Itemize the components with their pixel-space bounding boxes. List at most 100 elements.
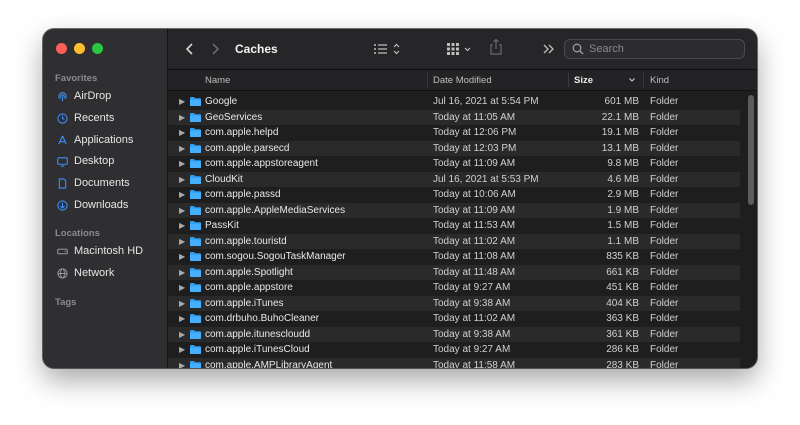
file-date-modified: Today at 9:38 AM — [433, 328, 511, 340]
search-field[interactable] — [564, 39, 745, 59]
table-row[interactable]: ▶ com.sogou.SogouTaskManager Today at 11… — [168, 249, 740, 265]
sidebar-item-recents[interactable]: Recents — [57, 109, 114, 127]
close-button[interactable] — [56, 43, 67, 54]
file-name: com.apple.iTunesCloud — [205, 344, 310, 356]
file-name: PassKit — [205, 220, 239, 232]
disclosure-triangle-icon[interactable]: ▶ — [179, 175, 187, 184]
window-title: Caches — [235, 42, 278, 56]
column-size[interactable]: Size — [574, 70, 593, 90]
globe-icon — [57, 267, 68, 279]
share-button[interactable] — [489, 38, 503, 55]
column-divider — [427, 73, 428, 87]
sidebar-section-favorites: Favorites — [55, 73, 98, 84]
column-name[interactable]: Name — [205, 70, 230, 90]
folder-icon — [190, 190, 201, 202]
file-size: 1.5 MB — [607, 220, 639, 232]
table-row[interactable]: ▶ com.apple.appstoreagent Today at 11:09… — [168, 156, 740, 172]
file-size: 2.9 MB — [607, 189, 639, 201]
disclosure-triangle-icon[interactable]: ▶ — [179, 268, 187, 277]
table-row[interactable]: ▶ com.apple.Spotlight Today at 11:48 AM … — [168, 264, 740, 280]
sidebar-item-label: Applications — [74, 134, 134, 146]
disclosure-triangle-icon[interactable]: ▶ — [179, 206, 187, 215]
folder-icon — [190, 314, 201, 326]
file-date-modified: Today at 9:38 AM — [433, 297, 511, 309]
folder-icon — [190, 329, 201, 342]
share-icon — [490, 38, 502, 55]
file-name: com.apple.passd — [205, 189, 281, 201]
file-name: com.apple.AppleMediaServices — [205, 204, 346, 216]
table-row[interactable]: ▶ com.apple.iTunesCloud Today at 9:27 AM… — [168, 342, 740, 358]
disclosure-triangle-icon[interactable]: ▶ — [179, 159, 187, 168]
file-name: GeoServices — [205, 111, 263, 123]
back-button[interactable] — [185, 41, 195, 57]
forward-button[interactable] — [210, 41, 220, 57]
vertical-scrollbar[interactable] — [748, 95, 754, 205]
table-row[interactable]: ▶ com.apple.passd Today at 10:06 AM 2.9 … — [168, 187, 740, 203]
disclosure-triangle-icon[interactable]: ▶ — [179, 361, 187, 368]
sidebar-item-documents[interactable]: Documents — [57, 174, 130, 192]
file-name: com.apple.iTunes — [205, 297, 284, 309]
disclosure-triangle-icon[interactable]: ▶ — [179, 299, 187, 308]
disclosure-triangle-icon[interactable]: ▶ — [179, 97, 187, 106]
file-name: com.apple.appstore — [205, 282, 293, 294]
more-toolbar-button[interactable] — [542, 41, 556, 57]
group-button[interactable] — [446, 41, 474, 57]
table-row[interactable]: ▶ com.apple.parsecd Today at 12:03 PM 13… — [168, 140, 740, 156]
desktop-icon — [57, 156, 68, 167]
file-kind: Folder — [650, 142, 679, 154]
column-divider — [643, 73, 644, 87]
hard-drive-icon — [57, 246, 68, 257]
disclosure-triangle-icon[interactable]: ▶ — [179, 144, 187, 153]
file-date-modified: Today at 11:53 AM — [433, 220, 516, 232]
disclosure-triangle-icon[interactable]: ▶ — [179, 330, 187, 339]
zoom-button[interactable] — [92, 43, 103, 54]
table-row[interactable]: ▶ com.apple.touristd Today at 11:02 AM 1… — [168, 233, 740, 249]
disclosure-triangle-icon[interactable]: ▶ — [179, 252, 187, 261]
sidebar-item-downloads[interactable]: Downloads — [57, 196, 128, 214]
file-kind: Folder — [650, 328, 679, 340]
clock-icon — [57, 112, 68, 124]
file-date-modified: Today at 11:58 AM — [433, 359, 516, 368]
minimize-button[interactable] — [74, 43, 85, 54]
disclosure-triangle-icon[interactable]: ▶ — [179, 128, 187, 137]
disclosure-triangle-icon[interactable]: ▶ — [179, 190, 187, 199]
disclosure-triangle-icon[interactable]: ▶ — [179, 345, 187, 354]
window-controls — [56, 43, 103, 54]
chevron-down-icon — [629, 78, 635, 82]
folder-icon — [190, 345, 201, 357]
sidebar-item-airdrop[interactable]: AirDrop — [57, 87, 111, 105]
disclosure-triangle-icon[interactable]: ▶ — [179, 113, 187, 122]
file-kind: Folder — [650, 235, 679, 247]
column-kind[interactable]: Kind — [650, 70, 669, 90]
file-name: com.apple.Spotlight — [205, 266, 293, 278]
table-row[interactable]: ▶ com.apple.helpd Today at 12:06 PM 19.1… — [168, 125, 740, 141]
table-row[interactable]: ▶ com.apple.AMPLibraryAgent Today at 11:… — [168, 357, 740, 368]
table-row[interactable]: ▶ com.apple.AppleMediaServices Today at … — [168, 202, 740, 218]
table-row[interactable]: ▶ PassKit Today at 11:53 AM 1.5 MB Folde… — [168, 218, 740, 234]
table-row[interactable]: ▶ com.apple.appstore Today at 9:27 AM 45… — [168, 280, 740, 296]
grid-icon — [447, 43, 471, 55]
table-row[interactable]: ▶ com.drbuho.BuhoCleaner Today at 11:02 … — [168, 311, 740, 327]
column-date-modified[interactable]: Date Modified — [433, 70, 492, 90]
disclosure-triangle-icon[interactable]: ▶ — [179, 237, 187, 246]
file-date-modified: Jul 16, 2021 at 5:53 PM — [433, 173, 539, 185]
search-input[interactable] — [589, 43, 729, 55]
view-list-button[interactable] — [373, 41, 403, 57]
sidebar-item-applications[interactable]: Applications — [57, 131, 133, 149]
table-row[interactable]: ▶ GeoServices Today at 11:05 AM 22.1 MB … — [168, 109, 740, 125]
file-kind: Folder — [650, 251, 679, 263]
table-row[interactable]: ▶ Google Jul 16, 2021 at 5:54 PM 601 MB … — [168, 94, 740, 110]
double-chevron-icon — [543, 44, 554, 54]
sidebar-item-desktop[interactable]: Desktop — [57, 152, 114, 170]
disclosure-triangle-icon[interactable]: ▶ — [179, 221, 187, 230]
disclosure-triangle-icon[interactable]: ▶ — [179, 314, 187, 323]
table-row[interactable]: ▶ com.apple.itunescloudd Today at 9:38 A… — [168, 326, 740, 342]
sidebar-item-network[interactable]: Network — [57, 264, 114, 282]
disclosure-triangle-icon[interactable]: ▶ — [179, 283, 187, 292]
sidebar-item-macintosh-hd[interactable]: Macintosh HD — [57, 242, 143, 260]
file-kind: Folder — [650, 173, 679, 185]
table-row[interactable]: ▶ CloudKit Jul 16, 2021 at 5:53 PM 4.6 M… — [168, 171, 740, 187]
file-date-modified: Today at 11:09 AM — [433, 204, 516, 216]
file-name: com.apple.itunescloudd — [205, 328, 311, 340]
table-row[interactable]: ▶ com.apple.iTunes Today at 9:38 AM 404 … — [168, 295, 740, 311]
